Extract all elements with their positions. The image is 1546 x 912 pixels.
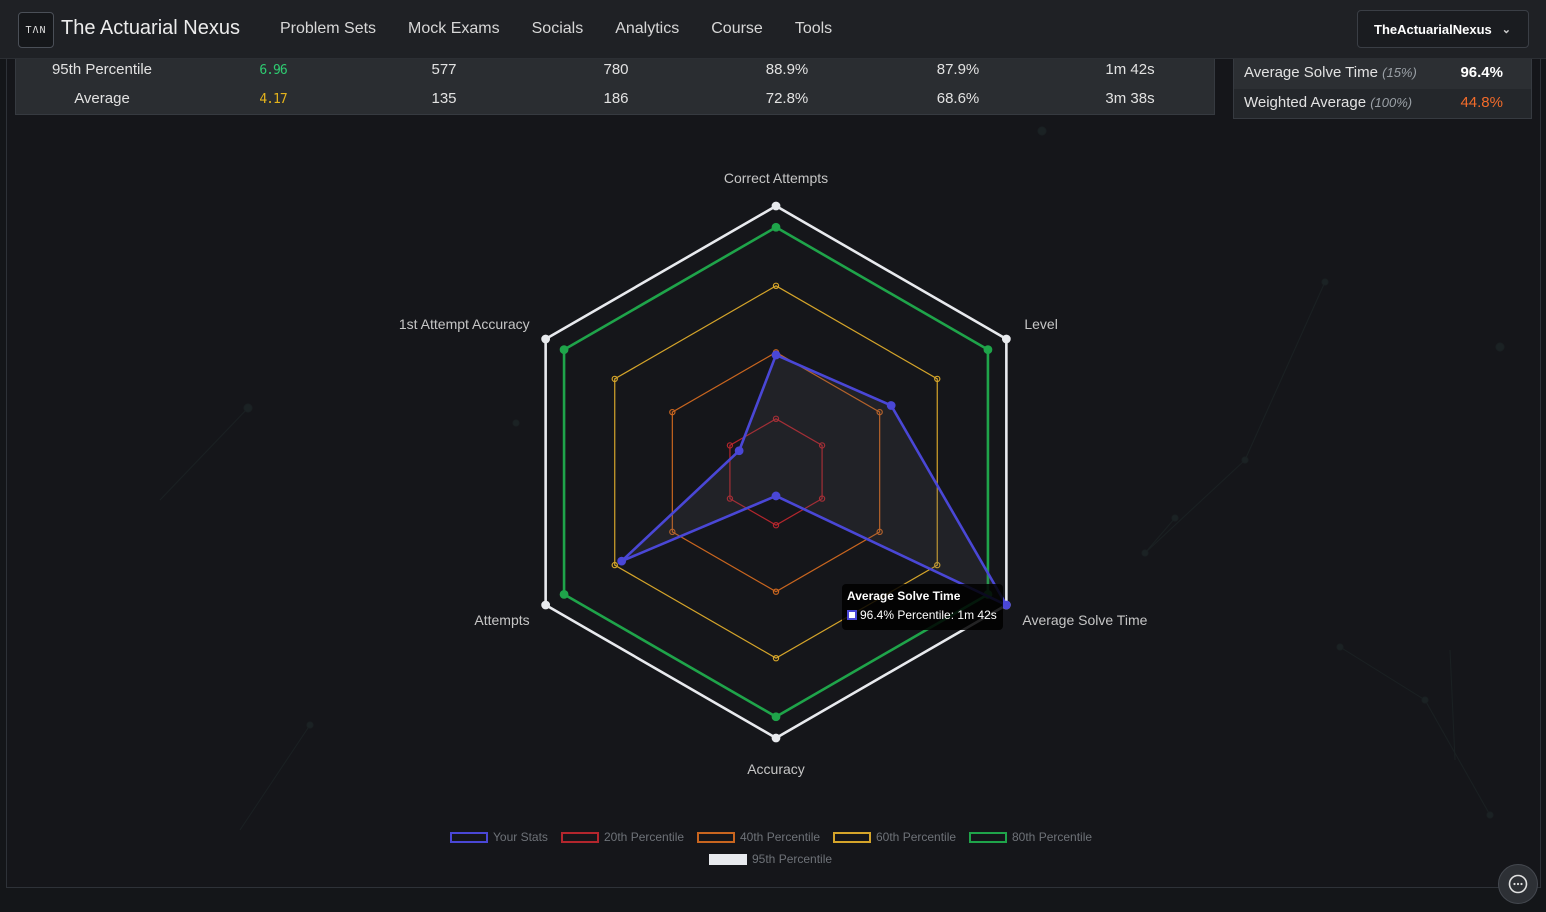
- legend-item[interactable]: 40th Percentile: [697, 830, 820, 844]
- axis-label: Level: [1024, 316, 1057, 332]
- legend-item[interactable]: 95th Percentile: [709, 852, 832, 866]
- legend-label: 40th Percentile: [740, 830, 821, 844]
- data-point[interactable]: [771, 491, 781, 501]
- legend-item[interactable]: 20th Percentile: [561, 830, 684, 844]
- legend-swatch: [969, 831, 1007, 843]
- data-point[interactable]: [559, 589, 569, 599]
- legend-item[interactable]: Your Stats: [450, 830, 548, 844]
- legend-swatch: [697, 831, 735, 843]
- legend-label: 20th Percentile: [604, 830, 685, 844]
- data-point[interactable]: [1001, 600, 1011, 610]
- data-point[interactable]: [886, 401, 896, 410]
- legend-swatch: [450, 831, 488, 843]
- data-point[interactable]: [771, 222, 781, 232]
- data-point[interactable]: [771, 712, 781, 722]
- axis-label: Correct Attempts: [724, 170, 828, 186]
- data-point[interactable]: [771, 201, 781, 211]
- chart-tooltip: Average Solve Time 96.4% Percentile: 1m …: [842, 584, 1003, 630]
- legend-item[interactable]: 60th Percentile: [833, 830, 956, 844]
- radar-chart: Correct Attempts Level Average Solve Time A…: [399, 170, 1148, 777]
- legend-swatch: [561, 831, 599, 843]
- axis-label: Average Solve Time: [1022, 612, 1147, 628]
- axis-label: 1st Attempt Accuracy: [399, 316, 530, 332]
- data-point[interactable]: [1001, 334, 1011, 344]
- data-point[interactable]: [734, 446, 744, 456]
- axis-label: Accuracy: [747, 761, 805, 777]
- series-polygon: [620, 353, 1010, 608]
- legend-swatch: [709, 853, 747, 865]
- data-point[interactable]: [559, 345, 569, 355]
- axis-label: Attempts: [474, 612, 529, 628]
- legend-label: 95th Percentile: [752, 852, 833, 866]
- data-point[interactable]: [617, 556, 627, 566]
- data-point[interactable]: [983, 345, 993, 355]
- legend-item[interactable]: 80th Percentile: [969, 830, 1092, 844]
- legend-label: Your Stats: [493, 830, 548, 844]
- legend-swatch: [833, 831, 871, 843]
- chat-icon: [1508, 874, 1528, 894]
- data-point[interactable]: [771, 733, 781, 743]
- legend-label: 80th Percentile: [1012, 830, 1093, 844]
- legend-label: 60th Percentile: [876, 830, 957, 844]
- data-point[interactable]: [541, 600, 551, 610]
- chat-button[interactable]: [1498, 864, 1538, 904]
- data-point[interactable]: [771, 350, 781, 360]
- tooltip-swatch: [847, 610, 857, 620]
- data-point[interactable]: [541, 334, 551, 344]
